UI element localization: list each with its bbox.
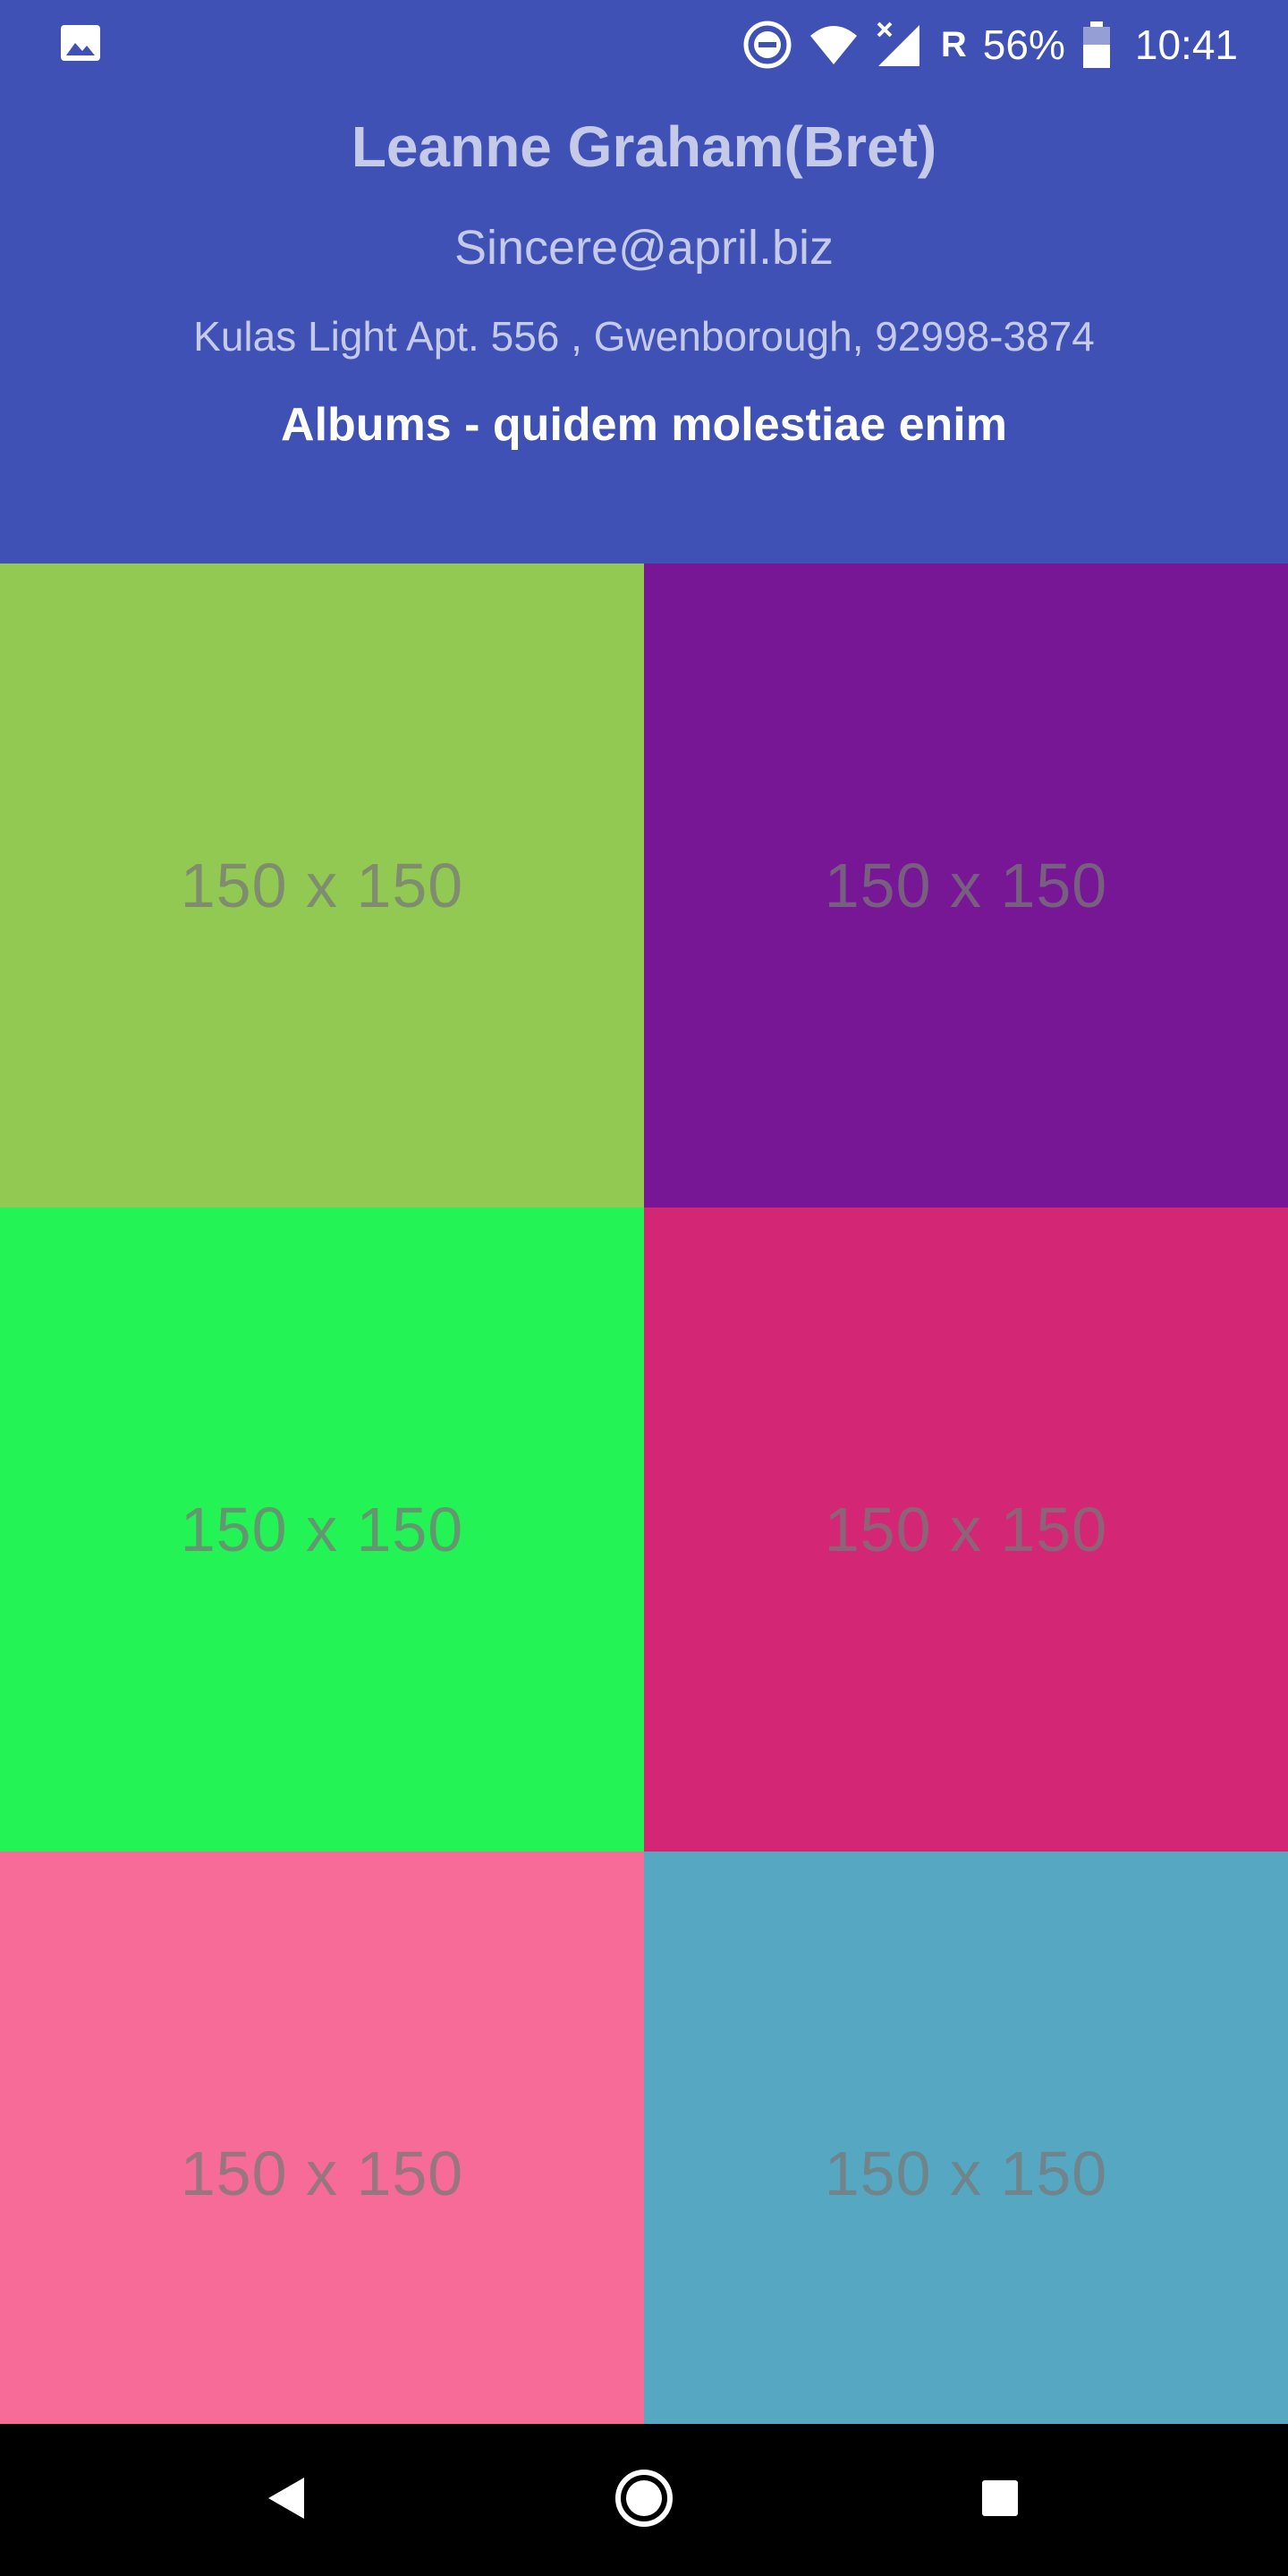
cellular-signal-icon (875, 20, 925, 70)
photo-placeholder-label: 150 x 150 (824, 1495, 1108, 1564)
roaming-indicator: R (940, 25, 967, 64)
battery-icon (1081, 20, 1112, 70)
photo-placeholder-label: 150 x 150 (180, 851, 464, 920)
battery-percent: 56% (982, 21, 1065, 68)
status-bar: R 56% 10:41 (0, 0, 1288, 89)
screen: R 56% 10:41 Leanne Graham(Bret) Sincere@… (0, 0, 1288, 2576)
photo-tile[interactable]: 150 x 150 (644, 1852, 1288, 2424)
recents-button[interactable] (964, 2464, 1036, 2536)
back-button[interactable] (250, 2464, 322, 2536)
back-triangle-icon (267, 2476, 306, 2525)
image-icon (59, 23, 102, 63)
do-not-disturb-icon (742, 20, 792, 70)
user-email[interactable]: Sincere@april.biz (0, 216, 1288, 279)
album-title: Albums - quidem molestiae enim (281, 399, 1007, 451)
user-name: Leanne Graham(Bret) (351, 114, 937, 179)
recents-square-icon (980, 2479, 1020, 2522)
photo-tile[interactable]: 150 x 150 (0, 1208, 644, 1852)
photo-tile[interactable]: 150 x 150 (644, 564, 1288, 1208)
status-time: 10:41 (1134, 21, 1238, 68)
profile-header: R 56% 10:41 Leanne Graham(Bret) Sincere@… (0, 0, 1288, 564)
home-button[interactable] (608, 2464, 680, 2536)
photo-grid: 150 x 150 150 x 150 150 x 150 150 x 150 … (0, 564, 1288, 2424)
photo-placeholder-label: 150 x 150 (180, 2139, 464, 2208)
photo-placeholder-label: 150 x 150 (824, 851, 1108, 920)
user-address: Kulas Light Apt. 556 , Gwenborough, 9299… (193, 313, 1095, 360)
navigation-bar (0, 2424, 1288, 2576)
home-circle-icon (614, 2469, 674, 2532)
photo-placeholder-label: 150 x 150 (180, 1495, 464, 1564)
wifi-icon (809, 20, 859, 70)
photo-placeholder-label: 150 x 150 (824, 2139, 1108, 2208)
photo-tile[interactable]: 150 x 150 (0, 564, 644, 1208)
status-icons: R 56% 10:41 (742, 16, 1238, 73)
photo-tile[interactable]: 150 x 150 (644, 1208, 1288, 1852)
photo-tile[interactable]: 150 x 150 (0, 1852, 644, 2424)
